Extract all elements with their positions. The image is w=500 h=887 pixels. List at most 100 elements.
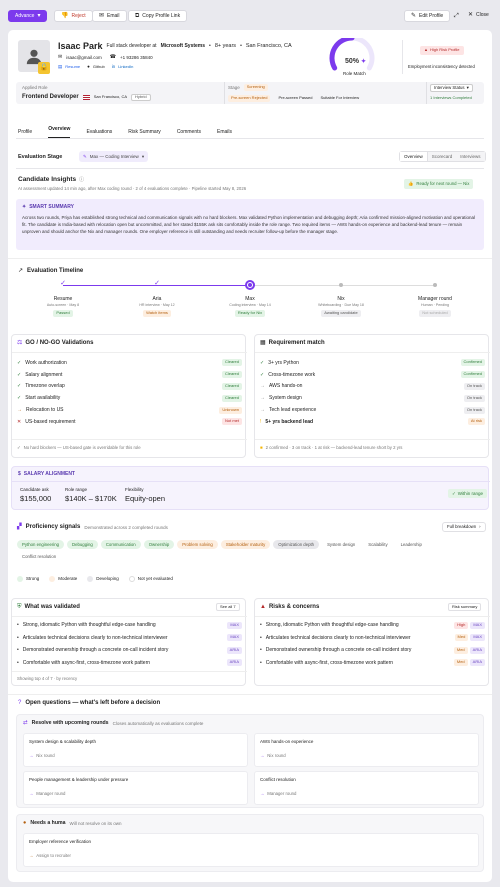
chevron-down-icon: ▾ xyxy=(141,153,145,159)
top-toolbar: Advance ▾ 👎 Reject ✉ Email ⧉ Copy Profile Li… xyxy=(8,10,492,24)
list-item: ✕ US-based requirement Not met xyxy=(17,416,242,428)
check-icon: ✓ xyxy=(17,359,22,366)
close-button[interactable]: ✕ Close xyxy=(468,12,489,18)
tab-overview[interactable]: Overview xyxy=(48,126,71,138)
proficiency-card: ▞ Proficiency signals Demonstrated across … xyxy=(11,518,489,590)
tab-risk-summary[interactable]: Risk Summary xyxy=(128,129,161,135)
role-match-gauge xyxy=(329,38,375,71)
risks-card: ▲ Risks & concerns Risk summary • Strong, … xyxy=(254,598,490,686)
timeline-step[interactable]: Nix Whiteboarding · Due May 18 Awaiting ca… xyxy=(301,296,381,318)
reject-button[interactable]: 👎 Reject xyxy=(54,10,93,22)
arrow-right-icon: → xyxy=(260,383,265,390)
timeline-step[interactable]: Aria HR interview · May 12 Watch items xyxy=(117,296,197,318)
dollar-icon: $ xyxy=(18,471,21,477)
arrow-right-icon: → xyxy=(260,753,265,758)
open-question-item[interactable]: System design & scalability depth → Nix ro… xyxy=(23,733,248,767)
needs-human-title: Needs a huma xyxy=(30,820,66,827)
interviews-completed: 1 Interviews Completed xyxy=(430,95,472,100)
email[interactable]: isaac@gmail.com xyxy=(66,55,102,60)
arrow-right-icon: → xyxy=(260,791,265,796)
divider xyxy=(8,694,492,695)
tab-emails[interactable]: Emails xyxy=(217,129,232,135)
full-breakdown-button[interactable]: Full breakdown › xyxy=(442,522,486,532)
tabs: Profile Overview Evaluations Risk Summar… xyxy=(18,126,232,138)
tab-evaluations[interactable]: Evaluations xyxy=(86,129,112,135)
work-mode-badge: Hybrid xyxy=(131,94,151,102)
smart-summary: ✦ SMART SUMMARY Across two rounds, Priya … xyxy=(16,199,484,250)
route-icon: ⇄ xyxy=(23,720,28,726)
open-question-item[interactable]: Employer reference verification → Assign t… xyxy=(23,833,479,867)
proficiency-tag: Problem solving xyxy=(177,540,218,549)
tab-comments[interactable]: Comments xyxy=(177,129,201,135)
github-link[interactable]: Github xyxy=(93,64,105,70)
view-overview[interactable]: Overview xyxy=(400,152,428,161)
person-icon: ● xyxy=(23,820,27,826)
arrow-right-icon: → xyxy=(29,753,34,758)
risk-summary-button[interactable]: Risk summary xyxy=(448,603,482,611)
phone[interactable]: +1 93286 35840 xyxy=(120,55,153,60)
linkedin-link[interactable]: LinkedIn xyxy=(118,64,133,70)
list-item: → Relocation to US Unknown xyxy=(17,404,242,416)
resolve-title: Resolve with upcoming rounds xyxy=(31,720,109,727)
flexibility-label: Flexibility xyxy=(125,487,144,492)
proficiency-tag: Ownership xyxy=(143,540,175,549)
timeline-step[interactable]: Resume Auto-screen · May 8 Passed xyxy=(23,296,103,318)
proficiency-tag: Conflict resolution xyxy=(22,553,57,559)
list-item: • Articulates technical decisions clearly… xyxy=(260,632,485,645)
mail-icon: ✉ xyxy=(99,13,105,19)
applied-role: Frontend Developer xyxy=(22,94,79,100)
open-question-item[interactable]: People management & leadership under pre… xyxy=(23,771,248,805)
email-button[interactable]: ✉ Email xyxy=(92,10,127,22)
timeline-step[interactable]: Max Coding interview · May 14 Ready for Ni… xyxy=(210,296,290,318)
check-icon: ✓ xyxy=(17,371,22,378)
legend-swatch xyxy=(87,576,94,582)
close-icon: ✕ xyxy=(468,12,474,18)
arrow-right-icon: → xyxy=(260,407,265,414)
open-question-item[interactable]: Conflict resolution → Manager round xyxy=(254,771,479,805)
list-item: → System design On track xyxy=(260,392,485,404)
view-interviews[interactable]: Interviews xyxy=(456,152,485,161)
risks-title: Risks & concerns xyxy=(268,604,320,610)
legend-swatch xyxy=(49,576,56,582)
us-flag-icon xyxy=(82,95,90,101)
phone-icon: ☎ xyxy=(109,54,117,61)
ready-badge: 👍 Ready for next round — Nix xyxy=(404,179,474,189)
interview-status-select[interactable]: Interview Status ▾ xyxy=(430,84,473,92)
x-icon: ✕ xyxy=(17,418,22,425)
needs-human-subtitle: Will not resolve on its own xyxy=(69,820,122,826)
list-item: • Comfortable with async-first, cross-tim… xyxy=(260,657,485,670)
role-match-label: Role Match xyxy=(343,71,366,76)
chart-icon: ▞ xyxy=(17,524,22,530)
list-item: • Demonstrated ownership through a concre… xyxy=(260,644,485,657)
chevron-right-icon: › xyxy=(479,524,481,530)
tab-profile[interactable]: Profile xyxy=(18,129,32,135)
divider xyxy=(12,671,247,672)
evaluation-stage-label: Evaluation Stage xyxy=(18,154,63,160)
advance-button[interactable]: Advance ▾ xyxy=(8,10,48,22)
resume-link[interactable]: Resume xyxy=(65,64,80,70)
see-all-button[interactable]: See all 7 xyxy=(216,603,240,611)
view-scorecard[interactable]: Scorecard xyxy=(427,152,457,161)
evaluation-stage-select[interactable]: ✎ Max — Coding Interview ▾ xyxy=(79,151,149,162)
go-no-go-title: GO / NO-GO Validations xyxy=(25,340,94,346)
copy-profile-link-button[interactable]: ⧉ Copy Profile Link xyxy=(128,10,188,22)
proficiency-tag: System design xyxy=(327,541,356,547)
list-item: ✓ Cross-timezone work Confirmed xyxy=(260,369,485,381)
requirements-list: ✓ 3+ yrs Python Confirmed ✓ Cross-timezone … xyxy=(260,357,485,428)
validations-list: ✓ Work authorization Cleared ✓ Salary align… xyxy=(17,357,242,428)
list-item: ✓ Work authorization Cleared xyxy=(17,357,242,369)
candidate-ask: $155,000 xyxy=(20,494,52,504)
edit-profile-button[interactable]: ✎ Edit Profile xyxy=(404,10,451,22)
timeline-step[interactable]: Manager round Human · Pending Not schedule… xyxy=(395,296,475,318)
stage-icon: ✎ xyxy=(83,153,87,159)
warning-icon: ▲ xyxy=(424,47,428,53)
proficiency-tag: Communication xyxy=(100,540,141,549)
check-icon: ✓ xyxy=(17,395,22,402)
smart-summary-title: SMART SUMMARY xyxy=(29,204,75,210)
proficiency-tag: Optimization depth xyxy=(273,540,320,549)
expand-icon[interactable]: ⤢ xyxy=(454,13,459,19)
proficiency-tag: Debugging xyxy=(67,540,98,549)
open-question-item[interactable]: AWS hands-on experience → Nix round xyxy=(254,733,479,767)
arrow-right-icon: → xyxy=(260,395,265,402)
view-switcher: Overview Scorecard Interviews xyxy=(399,151,486,162)
